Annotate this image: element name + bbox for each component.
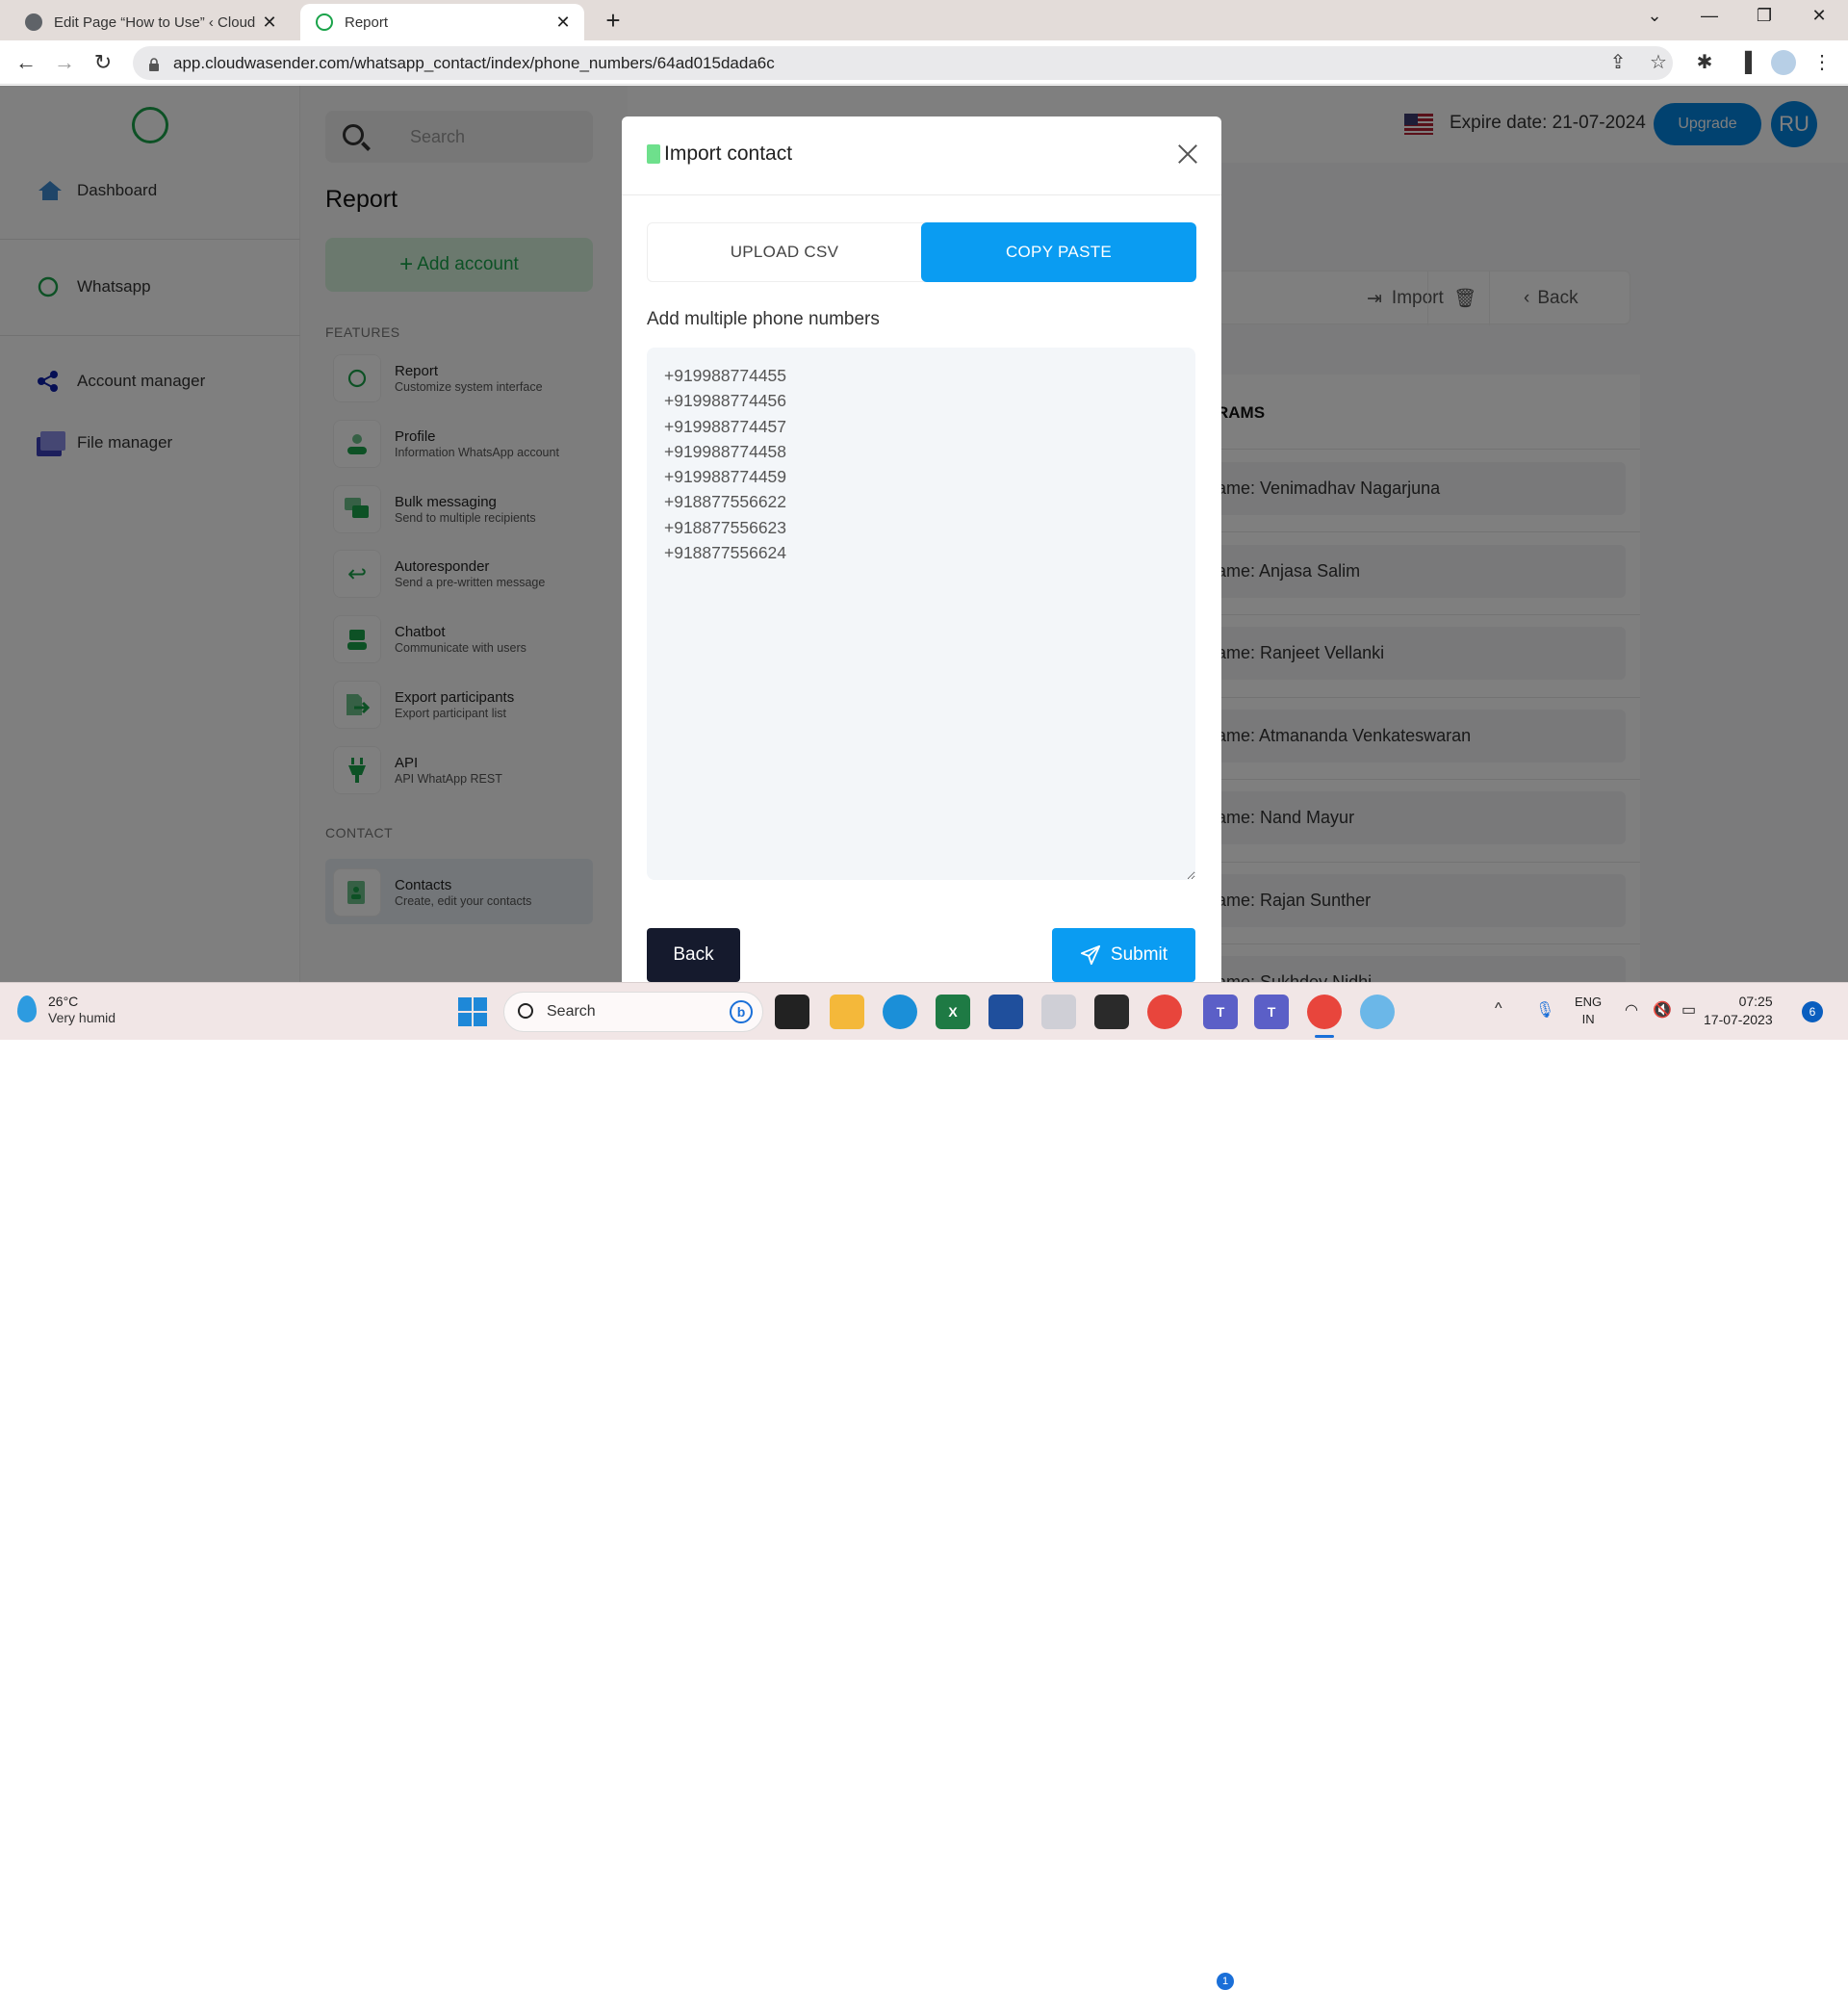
restore-button[interactable]: ❐ [1745,6,1784,26]
language-code: ENG [1575,995,1603,1009]
url-bar[interactable]: app.cloudwasender.com/whatsapp_contact/i… [133,46,1673,80]
modal-title: Import contact [647,142,792,166]
file-explorer-icon[interactable] [830,995,864,1029]
system-clock[interactable]: 07:25 17-07-2023 [1704,993,1773,1029]
microsoft-store-icon[interactable] [988,995,1023,1029]
share-icon[interactable]: ⇪ [1605,50,1630,75]
battery-icon[interactable]: ▭ [1681,1000,1696,1020]
side-panel-icon[interactable]: ▐ [1732,50,1758,75]
tab-upload-csv[interactable]: UPLOAD CSV [648,222,921,282]
tab-title: Edit Page “How to Use” ‹ Cloud W [54,13,256,31]
teams-work-icon[interactable]: T [1254,995,1289,1029]
forward-arrow-icon[interactable]: → [50,48,79,77]
clock-time: 07:25 [1738,994,1773,1009]
notification-badge[interactable]: 6 [1802,1001,1823,1022]
browser-tab-edit-page[interactable]: Edit Page “How to Use” ‹ Cloud W ✕ [12,4,291,40]
address-bar-row: ← → ↻ app.cloudwasender.com/whatsapp_con… [0,40,1848,85]
weather-desc: Very humid [48,1010,116,1025]
extensions-puzzle-icon[interactable]: ✱ [1692,50,1717,75]
weather-widget[interactable]: 26°C Very humid [17,993,116,1025]
windows-start-icon[interactable] [458,997,487,1026]
roblox-icon[interactable] [1041,995,1076,1029]
modal-header: Import contact [622,116,1221,195]
whatsapp-rocket-icon [316,13,333,31]
close-icon[interactable] [1170,138,1205,172]
reload-icon[interactable]: ↻ [89,48,117,77]
globe-icon [25,13,42,31]
teams-icon[interactable]: T [1203,995,1238,1029]
taskbar-search-label: Search [547,1003,596,1020]
chevron-up-icon[interactable]: ^ [1495,1000,1502,1018]
bookmark-star-icon[interactable]: ☆ [1646,50,1671,75]
lock-icon [148,57,160,71]
back-button[interactable]: Back [647,928,740,982]
bing-icon[interactable]: b [730,1000,753,1023]
new-tab-button[interactable]: + [599,6,628,36]
active-app-indicator [1315,1035,1334,1038]
task-view-icon[interactable] [775,995,809,1029]
chrome-icon[interactable] [1147,995,1182,1029]
import-contact-modal: Import contact UPLOAD CSV COPY PASTE Add… [622,116,1221,982]
back-arrow-icon[interactable]: ← [12,48,40,77]
submit-label: Submit [1110,944,1168,965]
submit-button[interactable]: Submit [1052,928,1195,982]
humidity-drop-icon [17,995,37,1022]
menu-kebab-icon[interactable]: ⋮ [1810,50,1835,75]
tab-copy-paste[interactable]: COPY PASTE [921,222,1196,282]
import-mode-tabs: UPLOAD CSV COPY PASTE [647,222,1196,282]
browser-tab-report[interactable]: Report ✕ [300,4,584,40]
close-window-button[interactable]: ✕ [1800,6,1838,26]
wifi-icon[interactable]: ◠ [1625,1000,1638,1020]
language-indicator[interactable]: ENG IN [1575,994,1602,1028]
windows-taskbar: 26°C Very humid Search b X T 1 T ^ 🎙 ENG… [0,982,1848,1990]
phone-numbers-label: Add multiple phone numbers [647,309,880,329]
search-icon [518,1003,533,1019]
weather-temp: 26°C [48,994,79,1009]
address-book-icon [647,144,660,164]
web-page: Dashboard Whatsapp Account manager File … [0,86,1848,982]
edge-browser-icon[interactable] [883,995,917,1029]
excel-icon[interactable]: X [936,995,970,1029]
phone-numbers-textarea[interactable] [647,348,1195,880]
browser-tab-bar: Edit Page “How to Use” ‹ Cloud W ✕ Repor… [0,0,1848,40]
chrome-profile-icon[interactable] [1307,995,1342,1029]
volume-muted-icon[interactable]: 🔇 [1653,1000,1672,1020]
send-paper-plane-icon [1080,944,1101,966]
minimize-button[interactable]: — [1690,6,1729,26]
sticky-notes-icon[interactable] [1094,995,1129,1029]
tab-search-chevron-icon[interactable]: ⌄ [1635,6,1674,26]
close-tab-icon[interactable]: ✕ [550,13,577,33]
tab-title: Report [345,13,389,31]
close-tab-icon[interactable]: ✕ [256,13,283,33]
clock-date: 17-07-2023 [1704,1012,1773,1027]
modal-title-text: Import contact [664,142,793,165]
taskbar-search[interactable]: Search b [503,992,763,1032]
url-text: app.cloudwasender.com/whatsapp_contact/i… [173,53,775,72]
profile-avatar-icon[interactable] [1771,50,1796,75]
paint-icon[interactable] [1360,995,1395,1029]
teams-badge: 1 [1217,1973,1234,1990]
microphone-icon[interactable]: 🎙 [1535,1000,1554,1020]
region-code: IN [1581,1012,1595,1026]
